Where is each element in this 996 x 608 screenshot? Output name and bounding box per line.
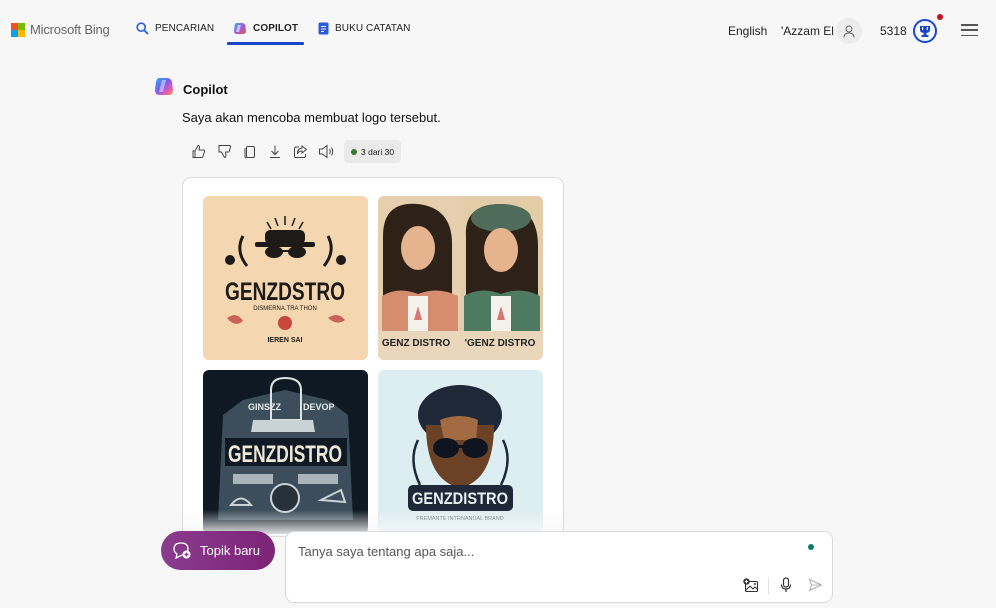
generated-image-1[interactable]: GENZDSTRO DISMERNA.TRA THON IEREN SAI (203, 196, 368, 360)
chat-composer (285, 531, 833, 603)
top-header: Microsoft Bing PENCARIAN COPILOT BUKU CA… (0, 0, 996, 60)
notification-dot (937, 14, 943, 20)
svg-text:IEREN SAI: IEREN SAI (267, 337, 302, 344)
avatar[interactable] (836, 18, 862, 44)
assistant-message: Saya akan mencoba membuat logo tersebut. (182, 110, 441, 125)
tab-notebook[interactable]: BUKU CATATAN (318, 20, 410, 46)
chat-input[interactable] (298, 544, 798, 572)
voice-input-button[interactable] (776, 575, 796, 595)
brand-name: Microsoft Bing (30, 22, 110, 37)
bing-logo[interactable]: Microsoft Bing (11, 22, 110, 37)
share-icon (294, 144, 308, 158)
svg-text:'GENZ DISTRO: 'GENZ DISTRO (465, 338, 536, 349)
rewards-button[interactable] (913, 19, 937, 43)
new-topic-label: Topik baru (200, 543, 260, 558)
svg-text:GINSZZ: GINSZZ (248, 402, 282, 412)
microsoft-logo-icon (11, 22, 25, 37)
send-button[interactable] (805, 575, 825, 595)
notebook-icon (318, 22, 329, 38)
thumbs-down-icon (218, 145, 231, 159)
send-icon (808, 578, 823, 592)
speaker-icon (318, 144, 333, 159)
copilot-icon (233, 22, 247, 38)
svg-text:DEVOP: DEVOP (303, 402, 335, 412)
download-icon (270, 145, 281, 158)
image-upload-icon (743, 577, 759, 592)
tab-search-label: PENCARIAN (155, 23, 215, 34)
microphone-icon (780, 577, 792, 592)
counter-text: 3 dari 30 (361, 146, 395, 157)
like-button[interactable] (186, 141, 212, 163)
dislike-button[interactable] (212, 141, 238, 163)
tab-notebook-label: BUKU CATATAN (335, 23, 411, 34)
user-name[interactable]: 'Azzam El (781, 24, 834, 38)
hamburger-menu-icon[interactable] (961, 24, 978, 36)
read-aloud-button[interactable] (314, 141, 340, 163)
new-topic-button[interactable]: Topik baru (161, 531, 275, 570)
tab-copilot[interactable]: COPILOT (226, 20, 305, 46)
download-button[interactable] (263, 141, 289, 163)
copy-icon (244, 146, 255, 159)
toolbar-divider (768, 577, 769, 595)
new-chat-icon (173, 542, 191, 560)
generated-image-2[interactable]: GENZ DISTRO 'GENZ DISTRO (378, 196, 543, 360)
trophy-icon (920, 26, 930, 37)
tab-copilot-label: COPILOT (253, 23, 299, 34)
tile4-title: GENZDISTRO (412, 489, 508, 508)
tile1-title: GENZDSTRO (225, 278, 345, 306)
share-button[interactable] (288, 141, 314, 163)
thumbs-up-icon (192, 144, 206, 158)
generated-images-card: GENZDSTRO DISMERNA.TRA THON IEREN SAI GE… (182, 177, 564, 537)
copilot-avatar-icon (154, 77, 174, 101)
sender-name: Copilot (183, 81, 228, 97)
response-counter: 3 dari 30 (344, 140, 402, 163)
message-actions: 3 dari 30 (186, 140, 402, 163)
status-dot (808, 544, 814, 550)
add-image-button[interactable] (741, 575, 761, 595)
tab-search[interactable]: PENCARIAN (136, 20, 214, 46)
tile3-title: GENZDISTRO (228, 441, 342, 468)
user-icon (843, 25, 855, 38)
svg-text:DISMERNA.TRA THON: DISMERNA.TRA THON (253, 306, 317, 312)
status-dot (351, 148, 357, 155)
language-selector[interactable]: English (728, 24, 767, 38)
message-header: Copilot (154, 77, 228, 101)
rewards-points[interactable]: 5318 (880, 24, 907, 38)
copy-button[interactable] (237, 141, 263, 163)
svg-text:GENZ DISTRO: GENZ DISTRO (382, 338, 451, 349)
search-icon (136, 22, 149, 38)
